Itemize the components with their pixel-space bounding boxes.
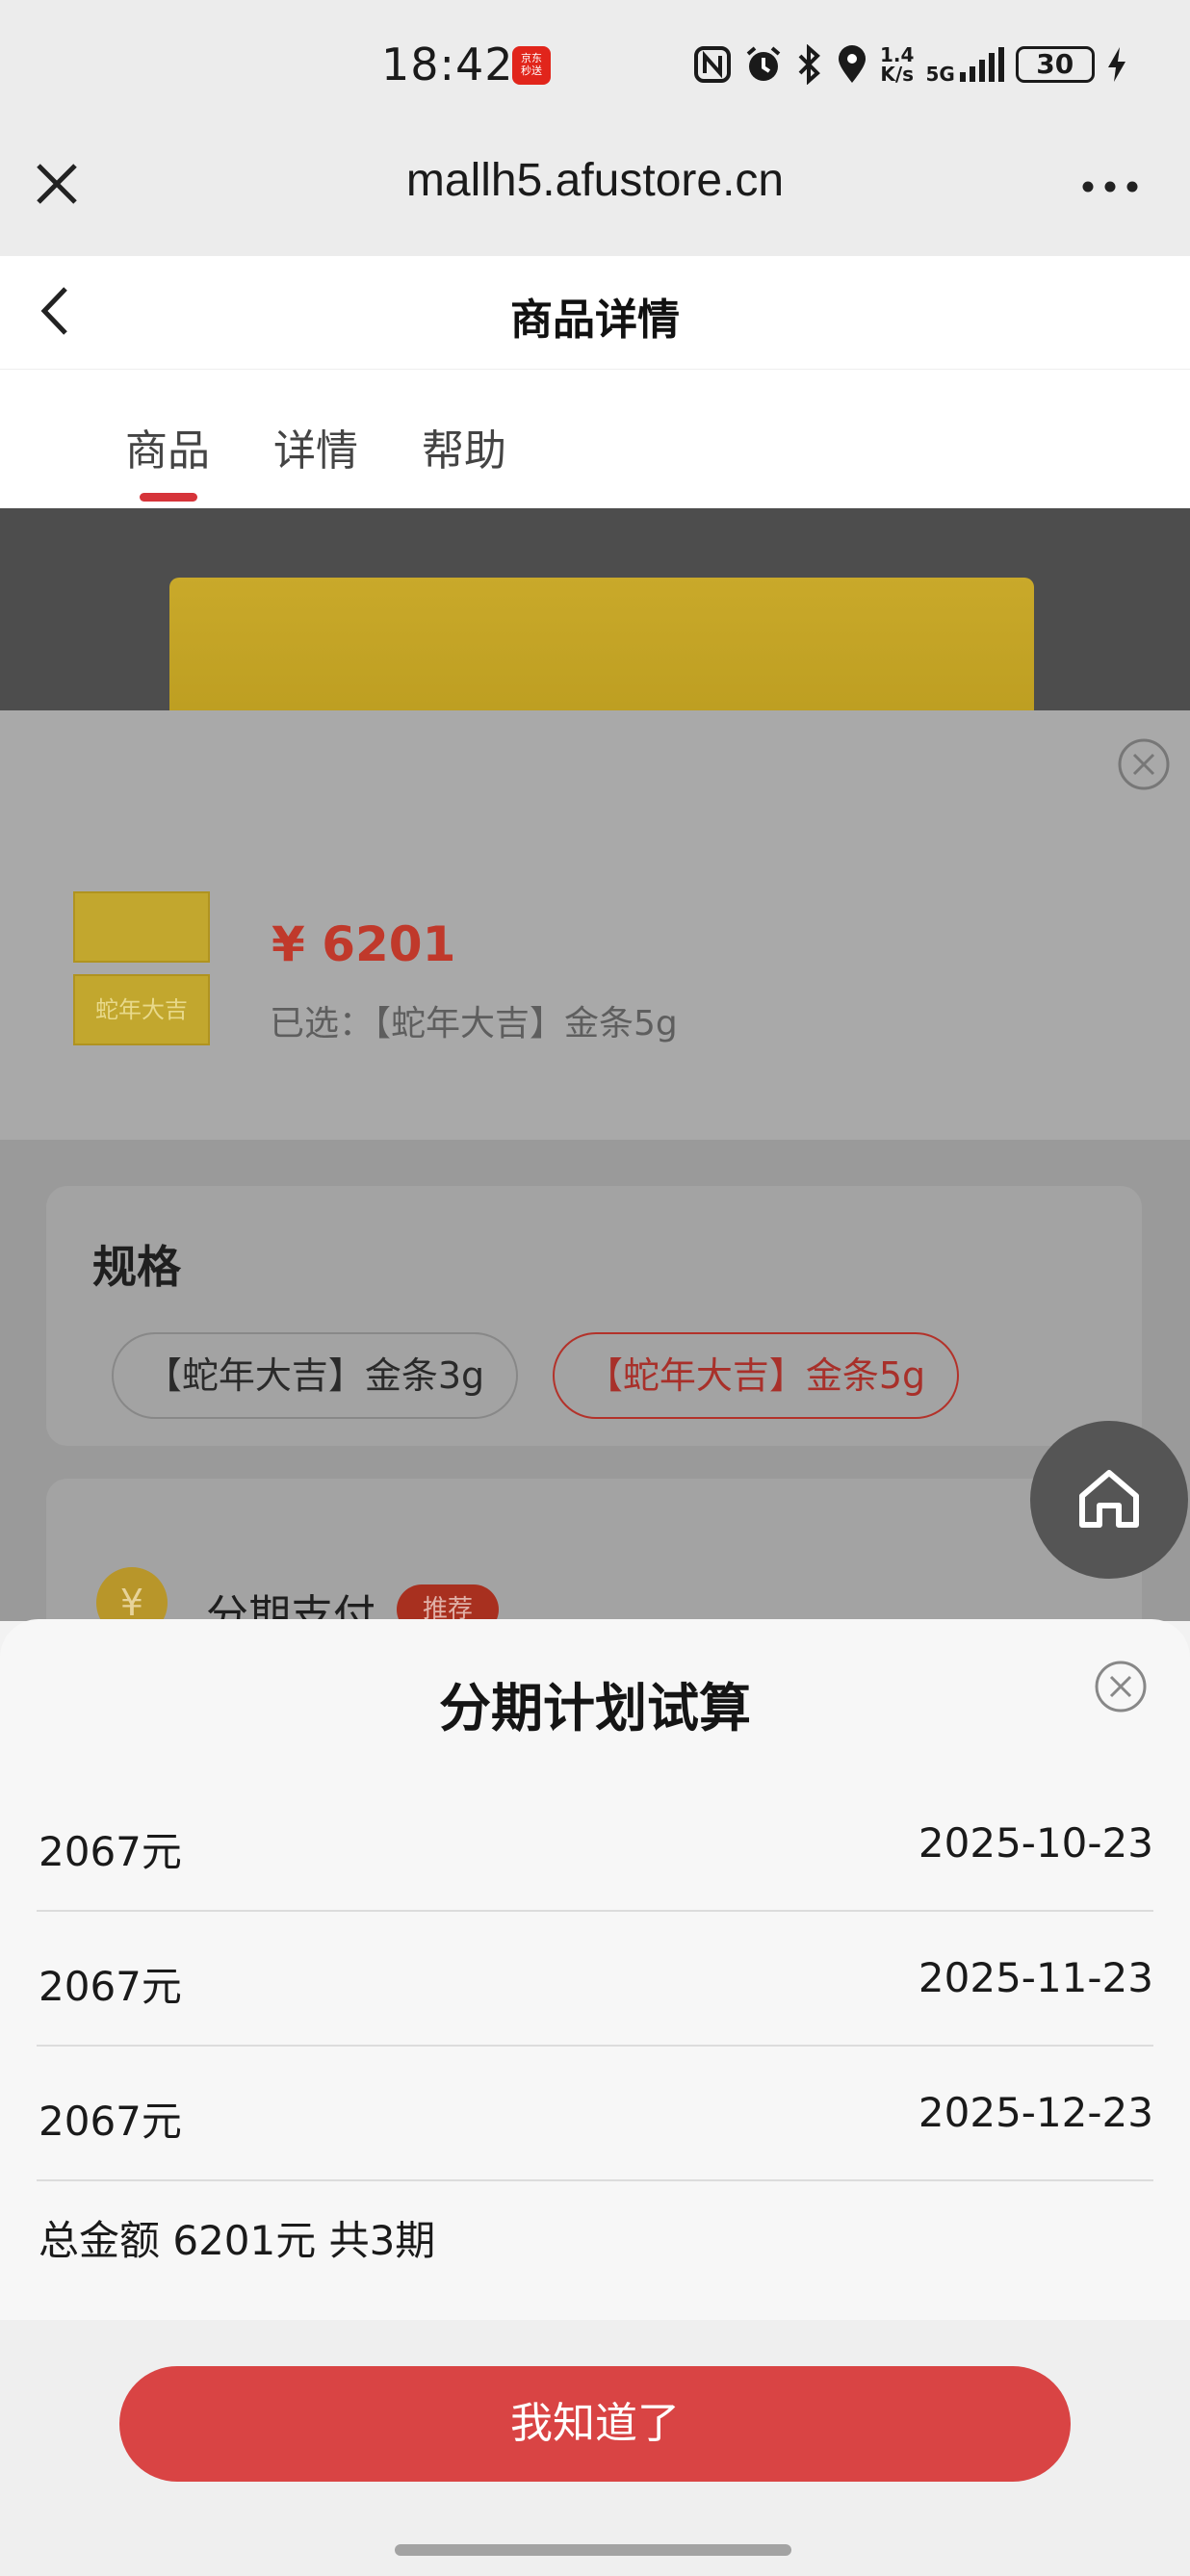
spec-option-3g[interactable]: 【蛇年大吉】金条3g — [112, 1332, 518, 1419]
bluetooth-icon — [798, 44, 820, 85]
net-speed: 1.4 K/s — [880, 43, 915, 86]
signal-icon — [959, 47, 1004, 82]
installment-row: 2067元 2025-12-23 — [37, 2047, 1153, 2181]
home-indicator[interactable] — [395, 2544, 791, 2556]
url-display[interactable]: mallh5.afustore.cn — [0, 154, 1190, 207]
status-time: 18:42 — [381, 39, 514, 90]
installment-amount: 2067元 — [39, 1963, 182, 2010]
alarm-icon — [746, 46, 781, 81]
installment-date: 2025-12-23 — [918, 2089, 1153, 2136]
tab-details[interactable]: 详情 — [273, 416, 358, 477]
installment-row: 2067元 2025-10-23 — [37, 1777, 1153, 1912]
charging-icon — [1107, 47, 1125, 82]
installment-total: 总金额 6201元 共3期 — [39, 2217, 436, 2264]
page-title: 商品详情 — [510, 296, 680, 345]
spec-option-5g[interactable]: 【蛇年大吉】金条5g — [553, 1332, 959, 1419]
close-icon[interactable] — [1094, 1660, 1148, 1713]
sku-close-icon[interactable] — [1117, 737, 1171, 791]
installment-row: 2067元 2025-11-23 — [37, 1912, 1153, 2047]
spec-title: 规格 — [92, 1241, 181, 1293]
home-button[interactable] — [1030, 1421, 1188, 1579]
confirm-button[interactable]: 我知道了 — [119, 2366, 1071, 2482]
battery-indicator: 30 — [1015, 46, 1095, 83]
jd-app-badge: 京东 秒送 — [512, 46, 551, 85]
signal-indicator: 5G — [925, 45, 1004, 84]
product-thumbnail-label: 蛇年大吉 — [73, 974, 210, 1045]
tab-help[interactable]: 帮助 — [422, 416, 506, 477]
location-icon — [839, 45, 866, 83]
product-thumbnail — [73, 891, 210, 963]
installment-title: 分期计划试算 — [439, 1678, 751, 1739]
installment-amount: 2067元 — [39, 1828, 182, 1875]
product-price: ¥ 6201 — [272, 916, 456, 972]
selected-variant: 已选：【蛇年大吉】金条5g — [270, 1004, 678, 1043]
tab-goods[interactable]: 商品 — [125, 416, 210, 477]
installment-amount: 2067元 — [39, 2098, 182, 2145]
installment-date: 2025-10-23 — [918, 1819, 1153, 1867]
home-icon — [1079, 1470, 1139, 1528]
tab-active-indicator — [140, 493, 197, 502]
installment-date: 2025-11-23 — [918, 1954, 1153, 2001]
status-icons: 1.4 K/s 5G 30 — [693, 40, 1127, 89]
nfc-icon — [694, 46, 731, 83]
more-icon[interactable] — [1082, 181, 1138, 193]
